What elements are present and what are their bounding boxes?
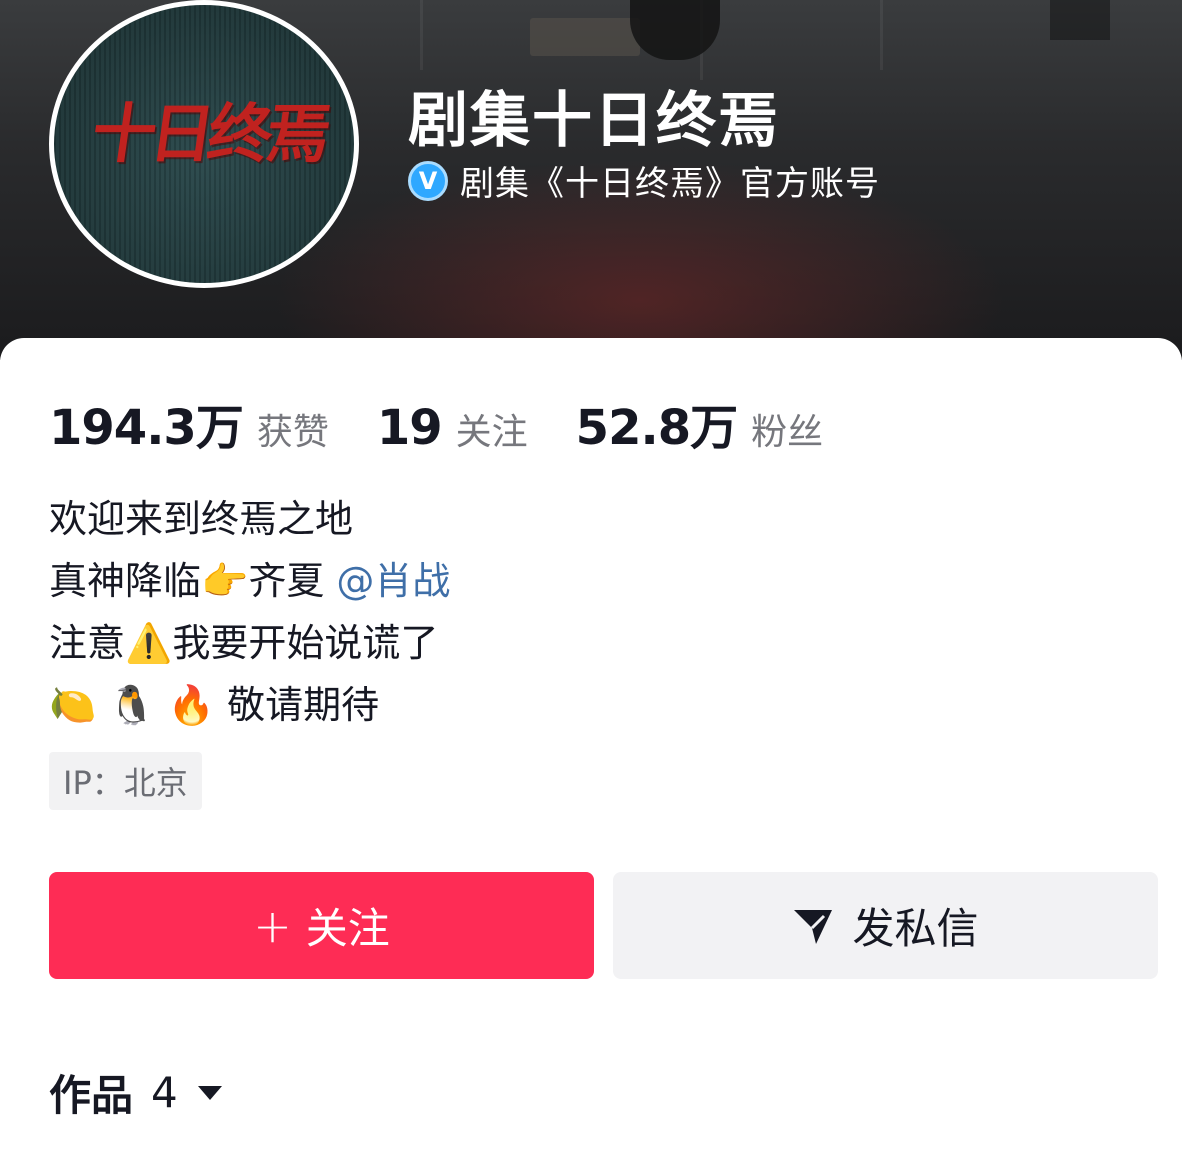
profile-banner: 十日终焉 剧集十日终焉 V 剧集《十日终焉》官方账号	[0, 0, 1182, 360]
bio-line: 真神降临👉齐夏 @肖战	[49, 550, 450, 612]
bio-line-text: 真神降临👉齐夏	[49, 559, 337, 603]
stat-likes: 194.3万 获赞	[49, 388, 329, 458]
verified-badge: V 剧集《十日终焉》官方账号	[408, 156, 880, 205]
profile-sheet	[0, 338, 1182, 1154]
mention-link[interactable]: @肖战	[336, 559, 450, 603]
caret-down-icon	[197, 1085, 222, 1100]
bio-line: 注意⚠️我要开始说谎了	[49, 621, 439, 665]
stat-value: 194.3万	[49, 400, 244, 456]
stat-followers[interactable]: 52.8万 粉丝	[576, 388, 823, 458]
plus-icon: +	[253, 898, 292, 953]
stat-label: 关注	[455, 412, 528, 453]
avatar[interactable]: 十日终焉	[49, 0, 359, 288]
bio-line: 欢迎来到终焉之地	[49, 497, 354, 541]
banner-chessboard	[530, 18, 640, 56]
page-title: 剧集十日终焉	[408, 86, 780, 156]
send-icon	[794, 909, 833, 944]
follow-label: 关注	[305, 904, 390, 953]
banner-decoration	[880, 0, 883, 70]
stat-label: 获赞	[256, 412, 329, 453]
banner-figure	[630, 0, 720, 60]
stat-value: 52.8万	[575, 400, 738, 456]
bio-line: 🍋 🐧 🔥 敬请期待	[49, 683, 380, 727]
ip-location-tag: IP：北京	[49, 752, 202, 810]
banner-decoration	[420, 0, 423, 70]
stats-row: 194.3万 获赞 19 关注 52.8万 粉丝	[49, 388, 871, 458]
stat-label: 粉丝	[751, 412, 824, 453]
banner-decoration	[1050, 0, 1110, 40]
follow-button[interactable]: + 关注	[49, 872, 594, 979]
message-label: 发私信	[852, 904, 979, 953]
verified-icon: V	[408, 160, 448, 201]
stat-following[interactable]: 19 关注	[377, 400, 528, 456]
stat-value: 19	[376, 400, 443, 456]
message-button[interactable]: 发私信	[613, 872, 1158, 979]
works-count: 4	[151, 1068, 178, 1117]
verified-text: 剧集《十日终焉》官方账号	[460, 164, 880, 204]
bio: 欢迎来到终焉之地 真神降临👉齐夏 @肖战 注意⚠️我要开始说谎了 🍋 🐧 🔥 敬…	[49, 488, 450, 736]
works-label: 作品	[49, 1071, 134, 1120]
works-tab[interactable]: 作品 4	[49, 1062, 222, 1123]
avatar-logo: 十日终焉	[86, 97, 330, 172]
